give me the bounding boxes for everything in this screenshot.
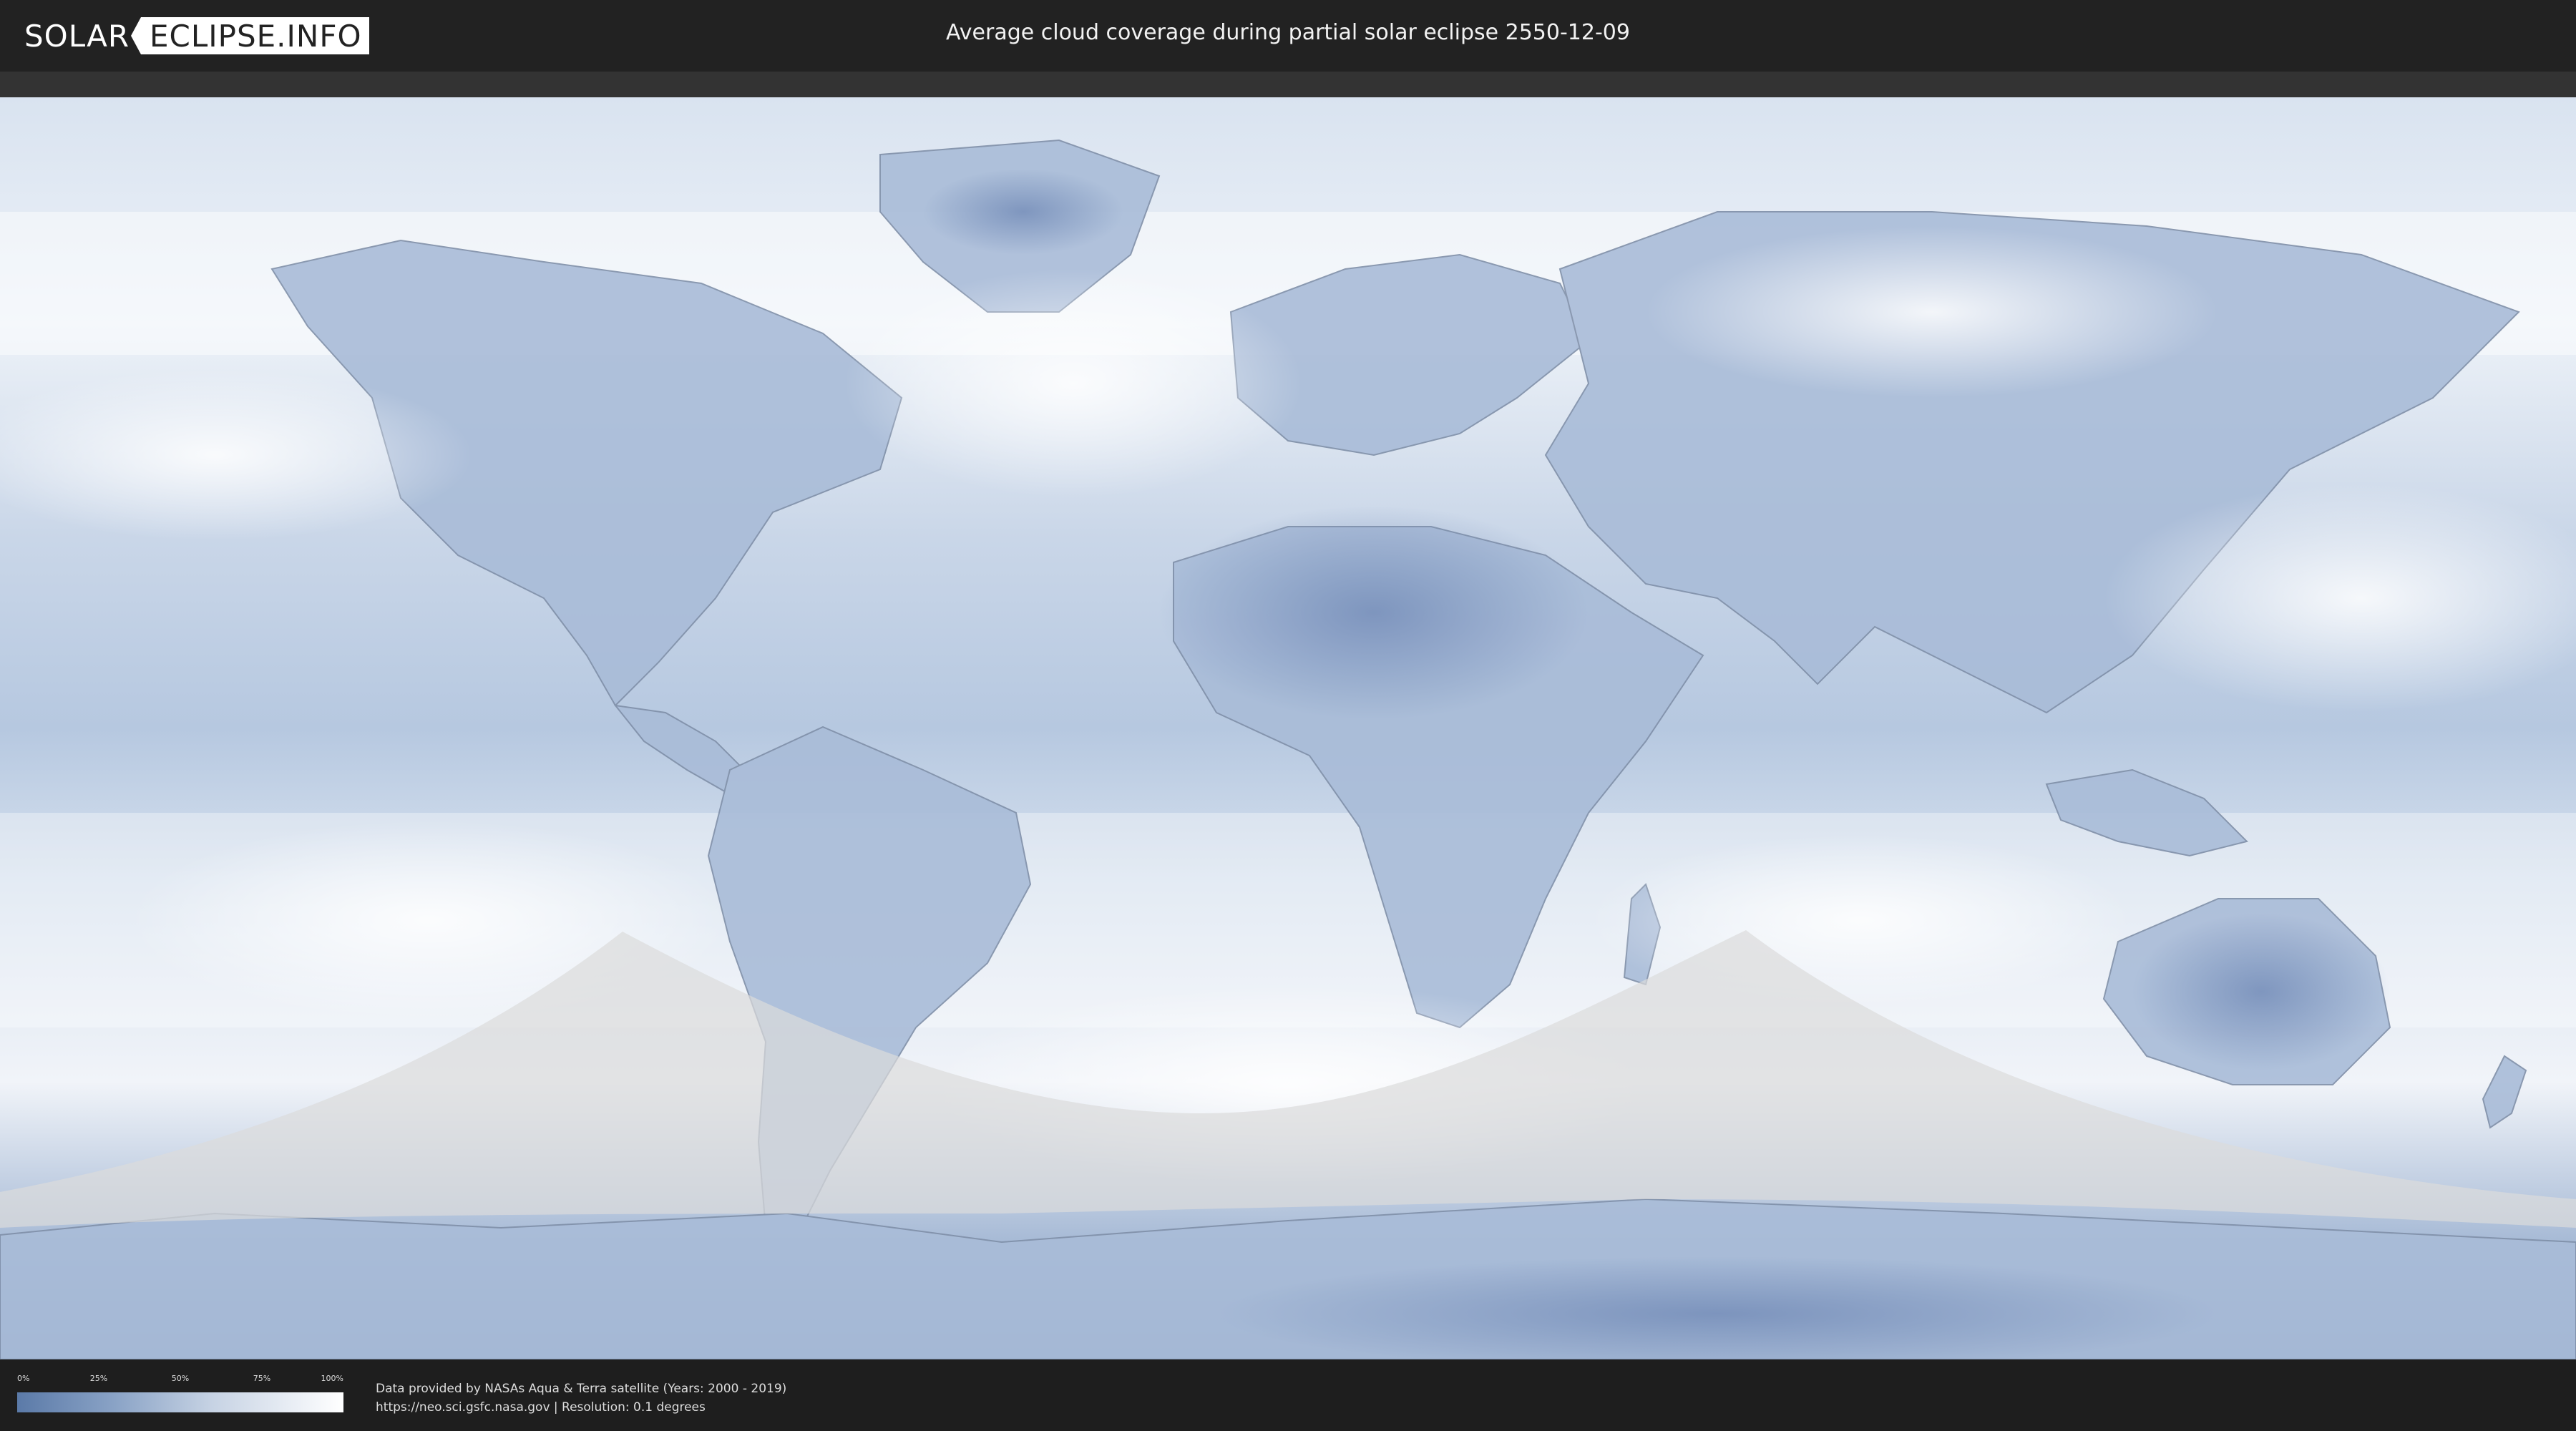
legend-tick-50: 50% — [171, 1374, 190, 1383]
header-bar: SOLAR ECLIPSE.INFO Average cloud coverag… — [0, 0, 2576, 72]
legend-tick-75: 75% — [253, 1374, 271, 1383]
legend-color-bar — [17, 1392, 343, 1412]
cloud-coverage-map[interactable] — [0, 97, 2576, 1359]
legend-tick-100: 100% — [321, 1374, 343, 1383]
footer-bar: 0% 25% 50% 75% 100% Data provided by NAS… — [0, 1359, 2576, 1431]
legend-tick-25: 25% — [89, 1374, 108, 1383]
sahara-clear-region — [1159, 505, 1589, 720]
credit-line-url[interactable]: https://neo.sci.gsfc.nasa.gov | Resoluti… — [376, 1398, 786, 1417]
page: SOLAR ECLIPSE.INFO Average cloud coverag… — [0, 0, 2576, 1431]
data-credits: Data provided by NASAs Aqua & Terra sate… — [376, 1379, 786, 1417]
map-top-border — [0, 72, 2576, 97]
greenland-clear-region — [923, 169, 1123, 255]
australia-clear-region — [2132, 913, 2390, 1070]
cloud-coverage-legend: 0% 25% 50% 75% 100% — [17, 1374, 343, 1417]
world-map — [0, 97, 2576, 1359]
legend-ticks: 0% 25% 50% 75% 100% — [17, 1374, 343, 1385]
credit-line-source: Data provided by NASAs Aqua & Terra sate… — [376, 1382, 787, 1396]
legend-tick-0: 0% — [17, 1374, 30, 1383]
page-title: Average cloud coverage during partial so… — [946, 20, 1630, 45]
